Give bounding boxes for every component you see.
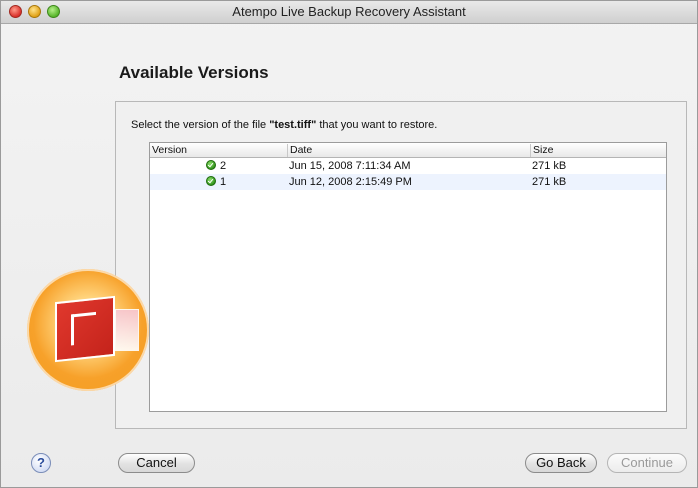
content-panel: Select the version of the file "test.tif… bbox=[115, 101, 687, 429]
instruction-suffix: that you want to restore. bbox=[316, 119, 438, 131]
logo-cube bbox=[55, 295, 115, 363]
size-cell: 271 kB bbox=[532, 176, 567, 188]
cancel-button[interactable]: Cancel bbox=[118, 453, 195, 473]
atempo-logo-icon bbox=[27, 269, 149, 391]
title-bar[interactable]: Atempo Live Backup Recovery Assistant bbox=[1, 1, 697, 24]
date-cell: Jun 12, 2008 2:15:49 PM bbox=[289, 176, 412, 188]
instruction-filename: "test.tiff" bbox=[269, 119, 317, 131]
recovery-assistant-window: Atempo Live Backup Recovery Assistant Av… bbox=[0, 0, 698, 488]
window-title: Atempo Live Backup Recovery Assistant bbox=[232, 4, 466, 19]
checkmark-icon bbox=[206, 176, 216, 186]
table-row[interactable]: 2 Jun 15, 2008 7:11:34 AM 271 kB bbox=[150, 158, 666, 174]
version-cell: 2 bbox=[206, 159, 236, 173]
column-header-size[interactable]: Size bbox=[530, 144, 667, 157]
table-row[interactable]: 1 Jun 12, 2008 2:15:49 PM 271 kB bbox=[150, 174, 666, 190]
instruction-prefix: Select the version of the file bbox=[131, 119, 270, 131]
version-number: 2 bbox=[220, 160, 227, 172]
table-header: Version Date Size bbox=[150, 143, 666, 158]
column-header-version[interactable]: Version bbox=[150, 144, 287, 157]
versions-table[interactable]: Version Date Size 2 Jun 15, 2008 7:11:34… bbox=[149, 142, 667, 412]
checkmark-icon bbox=[206, 160, 216, 170]
size-cell: 271 kB bbox=[532, 160, 567, 172]
version-number: 1 bbox=[220, 176, 227, 188]
version-cell: 1 bbox=[206, 175, 236, 189]
column-header-date[interactable]: Date bbox=[287, 144, 530, 157]
date-cell: Jun 15, 2008 7:11:34 AM bbox=[289, 160, 411, 172]
page-title: Available Versions bbox=[119, 63, 269, 82]
logo-strip-pink bbox=[115, 309, 139, 351]
help-button[interactable]: ? bbox=[31, 453, 51, 473]
instruction-text: Select the version of the file "test.tif… bbox=[131, 119, 437, 131]
continue-button[interactable]: Continue bbox=[607, 453, 687, 473]
go-back-button[interactable]: Go Back bbox=[525, 453, 597, 473]
